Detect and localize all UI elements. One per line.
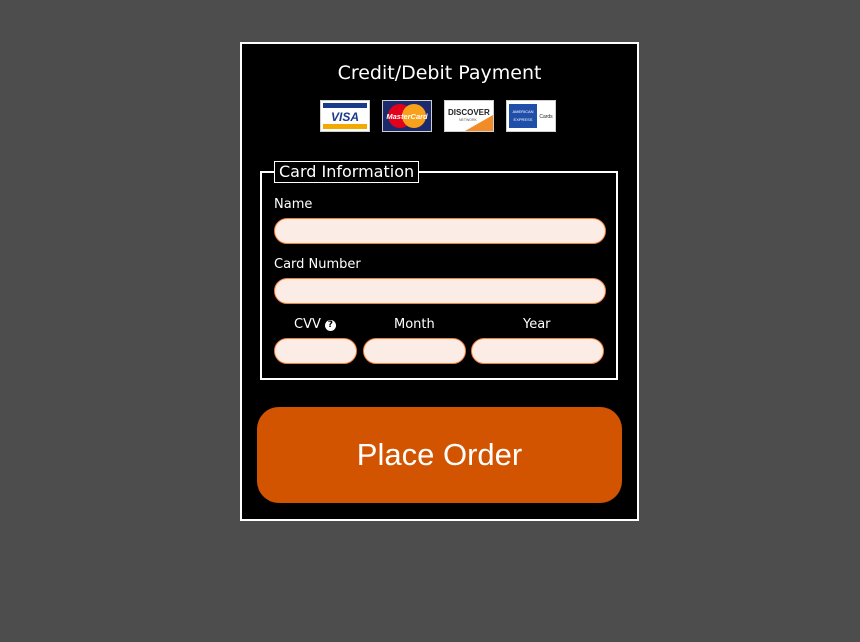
cvv-input[interactable] bbox=[274, 338, 357, 364]
american-express-logo: AMERICAN EXPRESS Cards bbox=[506, 100, 556, 132]
mastercard-logo: MasterCard bbox=[382, 100, 432, 132]
svg-text:MasterCard: MasterCard bbox=[386, 112, 428, 121]
year-input[interactable] bbox=[471, 338, 604, 364]
cvv-label: CVV? bbox=[294, 317, 336, 332]
svg-text:VISA: VISA bbox=[331, 110, 359, 124]
card-number-label: Card Number bbox=[274, 257, 361, 272]
question-circle-icon[interactable]: ? bbox=[324, 320, 336, 331]
card-number-input[interactable] bbox=[274, 278, 606, 304]
payment-panel: Credit/Debit Payment VISA MasterCard DIS… bbox=[240, 42, 639, 521]
month-input[interactable] bbox=[363, 338, 466, 364]
svg-text:Cards: Cards bbox=[539, 114, 553, 120]
svg-text:EXPRESS: EXPRESS bbox=[514, 117, 533, 122]
name-label: Name bbox=[274, 197, 313, 212]
cvv-label-text: CVV bbox=[294, 317, 321, 332]
discover-logo: DISCOVER NETWORK bbox=[444, 100, 494, 132]
svg-text:AMERICAN: AMERICAN bbox=[512, 109, 533, 114]
svg-text:DISCOVER: DISCOVER bbox=[448, 108, 490, 117]
visa-logo: VISA bbox=[320, 100, 370, 132]
svg-text:NETWORK: NETWORK bbox=[459, 118, 478, 122]
year-label: Year bbox=[523, 317, 551, 332]
card-information-legend: Card Information bbox=[274, 161, 420, 183]
name-input[interactable] bbox=[274, 218, 606, 244]
place-order-button[interactable]: Place Order bbox=[257, 407, 622, 503]
card-information-fieldset: Card Information Name Card Number CVV? M… bbox=[260, 161, 618, 380]
page-title: Credit/Debit Payment bbox=[337, 62, 542, 84]
month-label: Month bbox=[394, 317, 435, 332]
